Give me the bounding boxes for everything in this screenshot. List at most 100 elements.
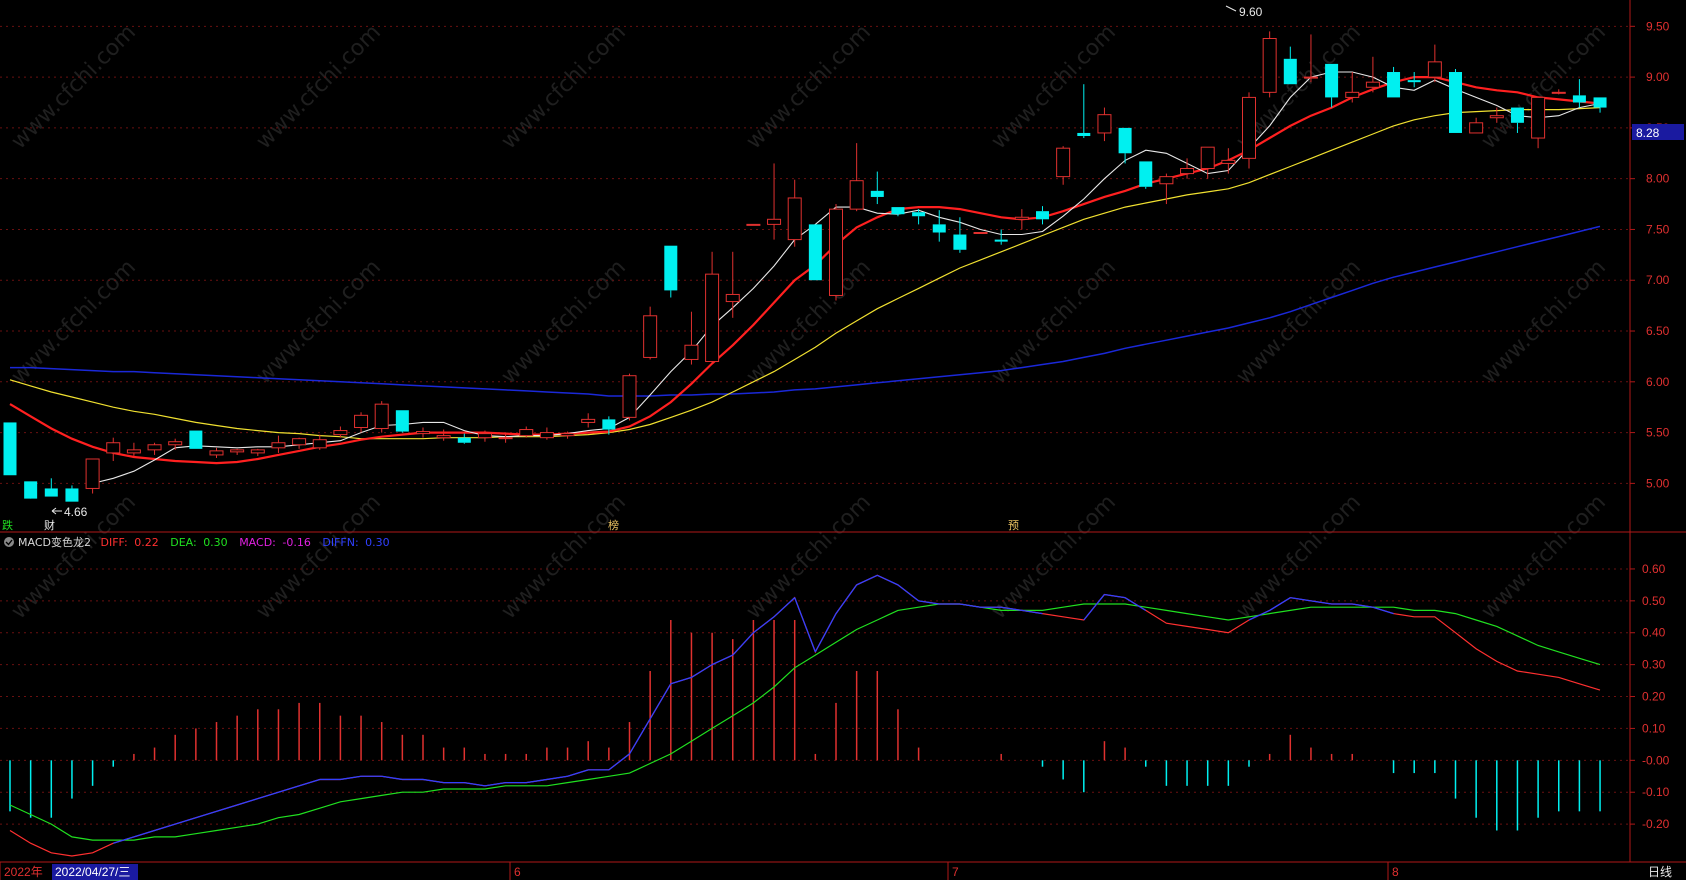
dea-value: 0.30 [203,536,228,549]
macd-tick-label: -0.20 [1642,817,1670,831]
timeframe-label[interactable]: 日线 [1648,865,1672,879]
candle[interactable] [436,429,451,441]
candle-body [1427,61,1442,78]
candle[interactable] [1572,79,1586,108]
marker-yu[interactable]: 预 [1008,519,1019,532]
diffn-segment [897,584,919,602]
diff-value: 0.22 [134,536,159,549]
diffn-segment [608,753,630,771]
candle-body [1345,91,1360,98]
candle[interactable] [787,179,802,247]
macd-label: MACD: [239,536,276,549]
candle[interactable] [932,210,946,242]
candle[interactable] [1283,46,1297,85]
diffn-segment [1083,594,1105,621]
candle[interactable] [1427,44,1442,83]
candle[interactable] [1056,146,1071,185]
settings-icon[interactable] [4,537,14,547]
candle[interactable] [106,437,121,462]
candle[interactable] [271,435,286,453]
candle[interactable] [65,485,79,502]
candle[interactable] [230,448,245,455]
candle[interactable] [250,448,265,456]
candle[interactable] [209,447,224,458]
moving-average-layer [9,71,1601,484]
cursor-date-label: 2022/04/27/三 [55,865,130,879]
candle[interactable] [539,427,554,440]
candle[interactable] [312,434,327,450]
candle-body [147,444,162,451]
candle[interactable] [622,373,637,421]
candle[interactable] [44,478,58,497]
candle[interactable] [292,437,307,449]
year-label: 2022年 [4,865,43,879]
candle[interactable] [1345,72,1360,103]
candle[interactable] [416,427,430,438]
candle[interactable] [643,306,658,360]
candle[interactable] [767,163,782,240]
candle[interactable] [519,426,534,438]
diffn-segment [732,632,754,656]
candle[interactable] [705,251,720,364]
candle[interactable] [1531,96,1546,149]
diffn-segment [216,804,238,812]
stock-chart[interactable]: www.cfchi.com www.cfchi.com www.cfchi.com w… [0,0,1686,880]
candle[interactable] [1139,161,1153,189]
candle[interactable] [24,481,38,499]
candle[interactable] [581,413,596,428]
candle[interactable] [1407,72,1421,88]
candle[interactable] [1077,84,1091,139]
low-price-annotation: 4.66 [64,505,88,519]
candle-body [953,234,967,250]
candle-body [416,431,430,435]
candle[interactable] [457,433,471,444]
candle[interactable] [1262,31,1277,98]
candle[interactable] [891,207,905,217]
candle[interactable] [994,229,1008,245]
candle[interactable] [684,311,699,365]
candle[interactable] [354,412,369,433]
candle-body [3,422,17,476]
candle[interactable] [1325,63,1339,108]
candle[interactable] [664,245,678,298]
candle[interactable] [1097,107,1112,142]
candle[interactable] [147,442,162,455]
candle[interactable] [85,458,100,494]
candle[interactable] [1387,66,1401,98]
candle[interactable] [746,223,761,226]
candle[interactable] [725,251,740,318]
candle[interactable] [1469,117,1484,134]
marker-bang[interactable]: 榜 [608,518,619,532]
candle[interactable] [1221,148,1236,174]
candle[interactable] [973,231,988,234]
candle[interactable] [168,438,183,450]
marker-cai[interactable]: 财 [44,518,55,532]
macd-layer [9,574,1601,857]
candle[interactable] [953,217,967,253]
candle-body [1531,96,1546,139]
candle[interactable] [1365,56,1380,93]
candle[interactable] [126,442,141,456]
candle-body [808,224,822,281]
candle[interactable] [1200,146,1215,179]
candle[interactable] [3,422,17,476]
candle[interactable] [808,224,822,281]
candle[interactable] [1242,92,1256,169]
macd-tick-label: 0.10 [1642,721,1666,735]
candle-body [1283,58,1297,85]
marker-die[interactable]: 跌 [2,518,13,532]
candle[interactable] [829,204,843,301]
candle[interactable] [1593,97,1607,113]
candle[interactable] [870,171,884,205]
diffn-segment [546,775,568,781]
candle[interactable] [374,401,389,433]
candle-body [705,273,720,362]
candle[interactable] [849,143,864,212]
candle[interactable] [1036,206,1049,225]
candle[interactable] [395,410,409,433]
candle-body [209,450,224,456]
candle[interactable] [189,430,203,449]
candle[interactable] [1449,68,1462,133]
diffn-segment [877,574,899,586]
candle[interactable] [1014,209,1029,230]
